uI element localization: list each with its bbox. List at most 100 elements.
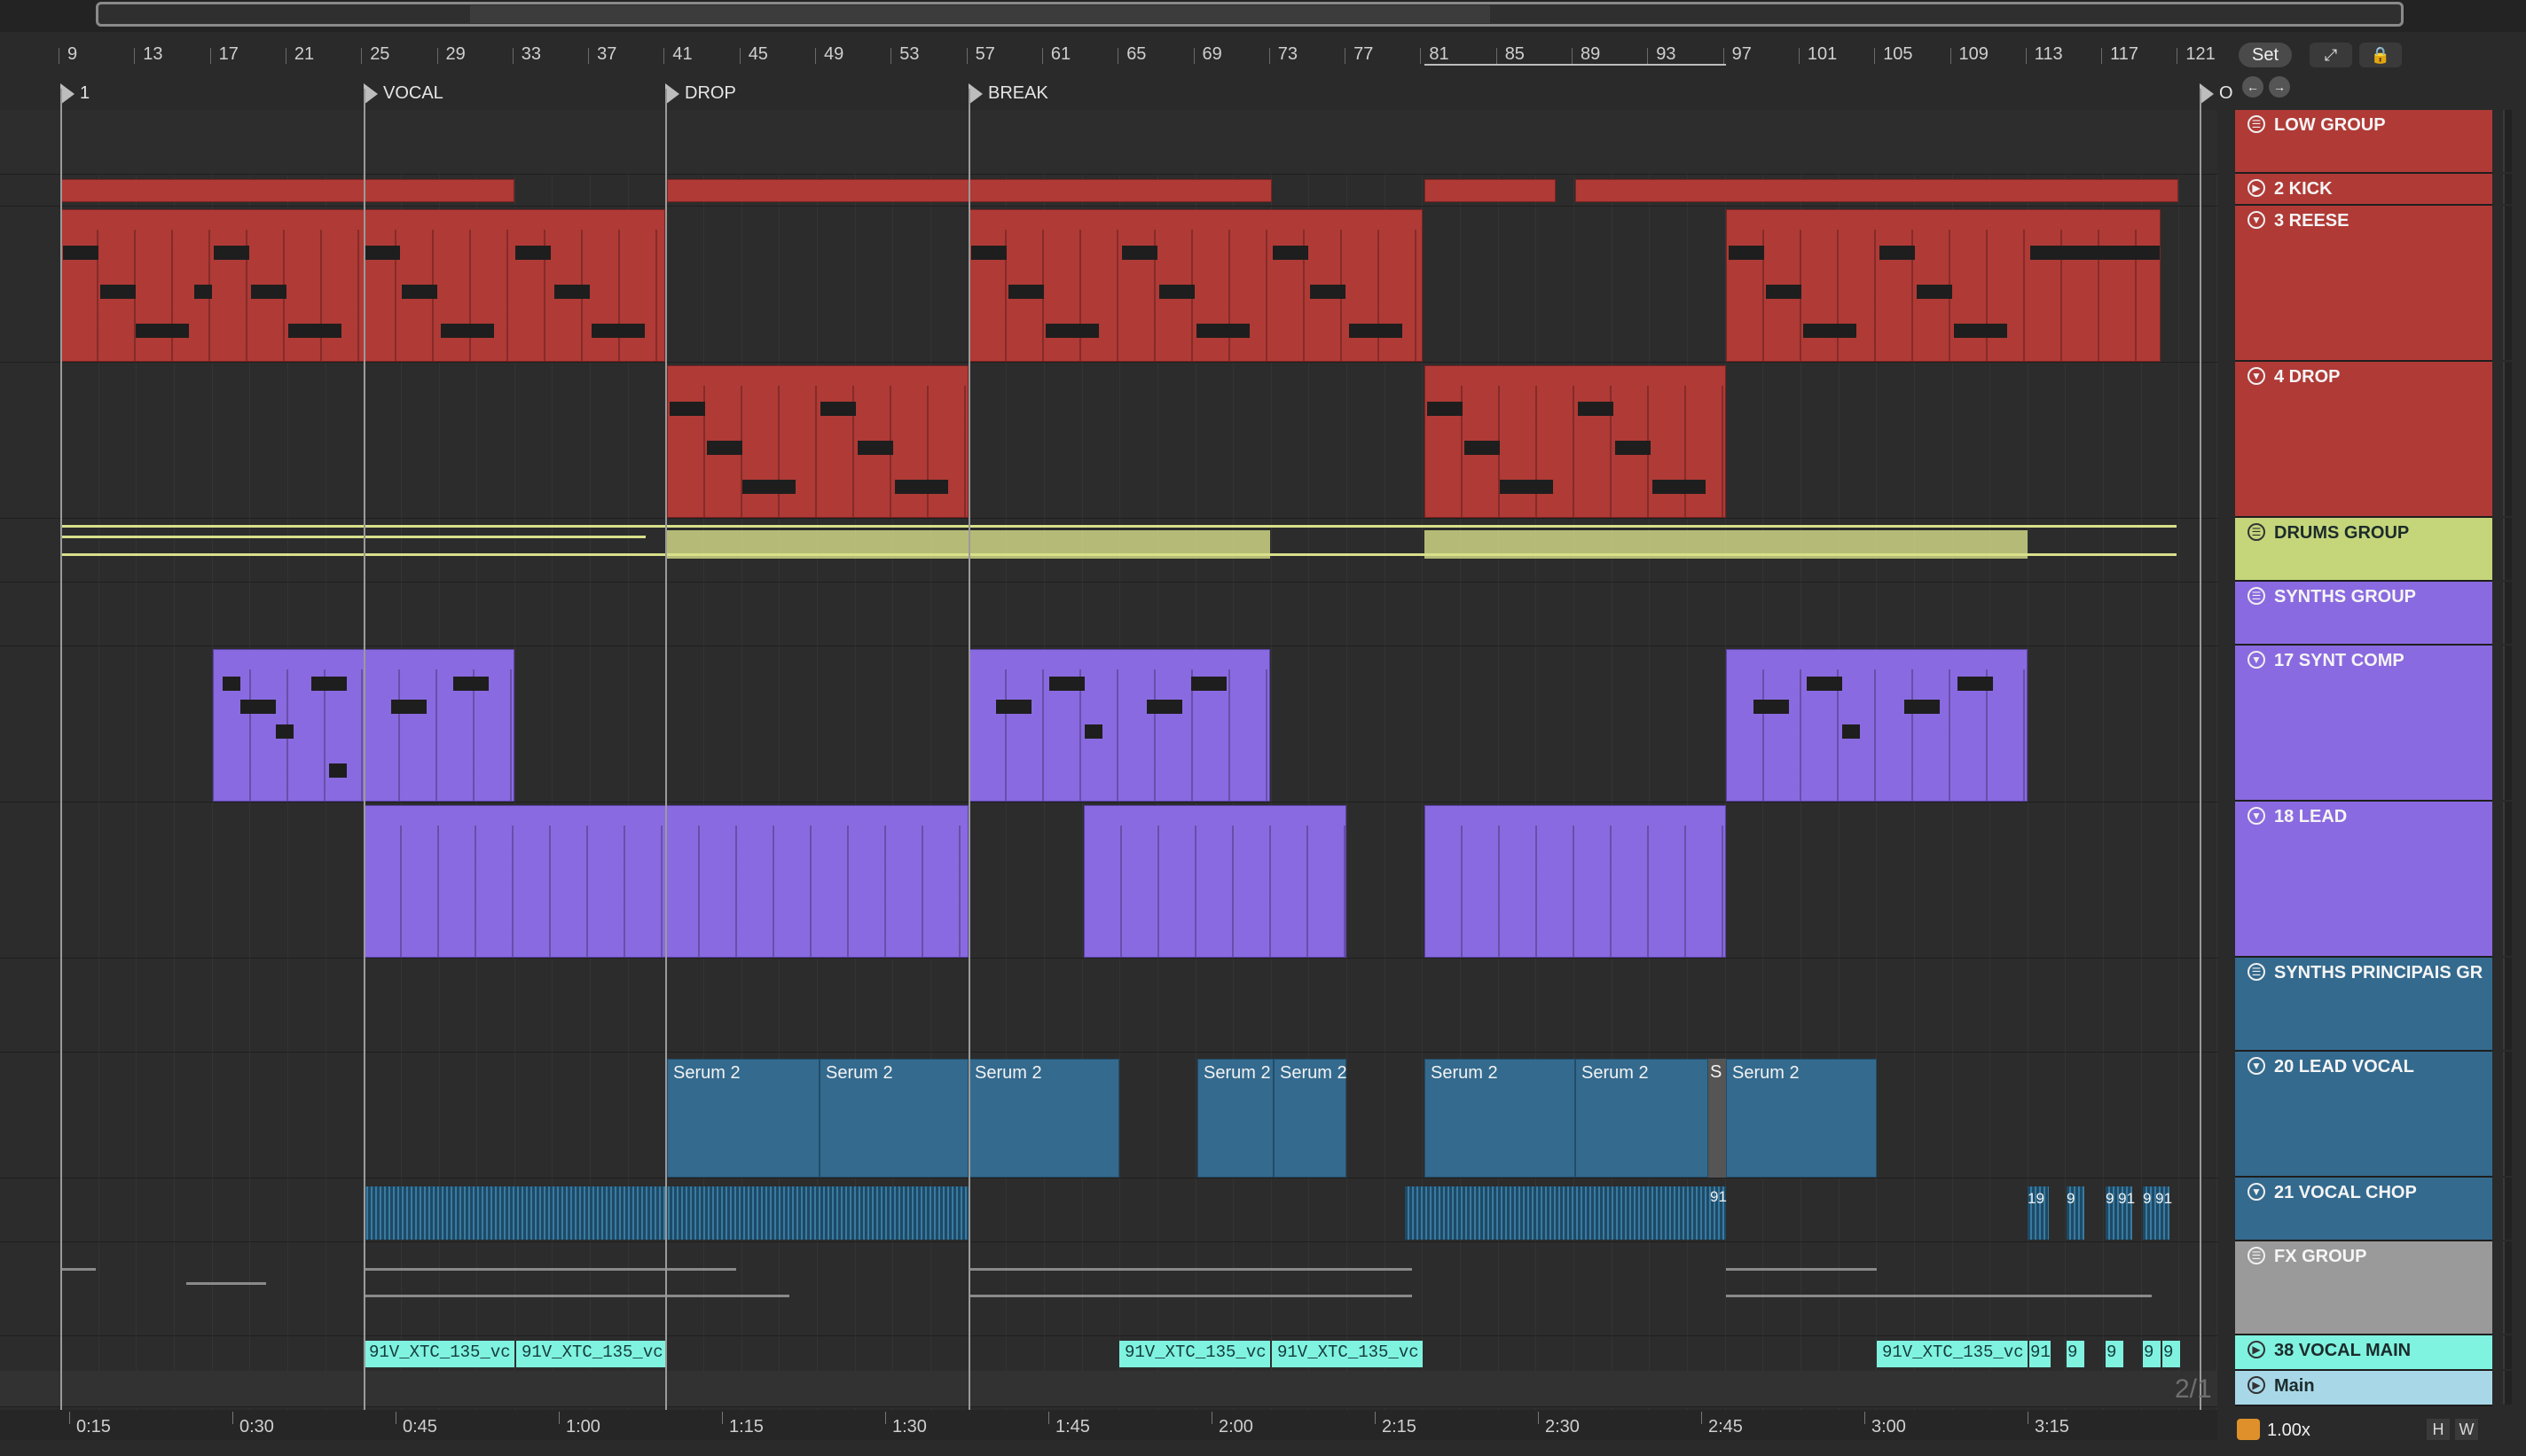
serum-clip[interactable]: Serum 2 <box>1575 1059 1708 1178</box>
group-icon[interactable]: ☰ <box>2248 1247 2265 1264</box>
vocal-main-clip[interactable]: 91V_XTC_135_vc <box>516 1341 665 1367</box>
vocal-chop-clip[interactable]: 9 91 <box>2143 1186 2172 1240</box>
fold-icon[interactable]: ▼ <box>2248 367 2265 385</box>
track-name: FX GROUP <box>2274 1247 2367 1266</box>
vocal-main-clip[interactable]: 91V_XTC_135_vc <box>1272 1341 1423 1367</box>
next-locator-icon[interactable]: → <box>2269 76 2290 98</box>
fold-icon[interactable]: ▼ <box>2248 1057 2265 1075</box>
locator-o[interactable]: O <box>2200 83 2233 105</box>
track-header-18-lead[interactable]: ▼ 18 LEAD <box>2235 802 2512 958</box>
time-label: 1:45 <box>1048 1412 1090 1436</box>
bar-number: 13 <box>134 44 163 64</box>
overview-visible-range[interactable] <box>470 5 1490 23</box>
vocal-main-clip[interactable]: 91V_XTC_135_vc <box>364 1341 514 1367</box>
lane-main <box>0 1371 2217 1407</box>
serum-clip[interactable]: Serum 2 <box>820 1059 969 1178</box>
synt-comp-clip[interactable] <box>1726 649 2028 802</box>
locators-lane[interactable]: 1 VOCAL DROP BREAK O <box>0 78 2233 114</box>
serum-clip[interactable]: Serum 2 <box>667 1059 820 1178</box>
track-name: 21 VOCAL CHOP <box>2274 1183 2417 1202</box>
track-header-low-group[interactable]: ☰ LOW GROUP <box>2235 110 2512 174</box>
vocal-main-clip[interactable]: 91V_XTC_135_vc <box>1119 1341 1270 1367</box>
overview-strip[interactable] <box>0 0 2526 32</box>
vocal-main-clip[interactable]: 9 <box>2067 1341 2084 1367</box>
drums-line <box>60 525 2177 528</box>
level-meter <box>2503 110 2512 172</box>
serum-clip[interactable]: Serum 2 <box>1424 1059 1575 1178</box>
vocal-chop-clip[interactable]: 9 <box>2067 1186 2084 1240</box>
vocal-main-clip[interactable]: 9 <box>2106 1341 2123 1367</box>
bar-number: 73 <box>1268 44 1298 64</box>
synt-comp-clip[interactable] <box>969 649 1270 802</box>
track-header-main[interactable]: ▶ Main <box>2235 1371 2512 1406</box>
previous-locator-icon[interactable]: ← <box>2242 76 2263 98</box>
reese-clip[interactable] <box>969 209 1423 362</box>
track-header-synths-principais-gr[interactable]: ☰ SYNTHS PRINCIPAIS GR <box>2235 958 2512 1052</box>
kick-clip[interactable] <box>1575 179 2178 202</box>
play-icon[interactable]: ▶ <box>2248 179 2265 197</box>
lane-vocal-chop: 91 19 9 9 91 9 91 <box>0 1178 2217 1242</box>
beat-time-ruler[interactable]: 9 13 17 21 25 29 33 37 41 45 49 53 57 61 65 69 73 77 81 85 8… <box>0 35 2217 66</box>
vocal-main-clip[interactable]: 91V_XTC_135_vc <box>1877 1341 2028 1367</box>
fx-line <box>364 1268 736 1271</box>
serum-clip[interactable]: Serum 2 <box>969 1059 1119 1178</box>
track-header-38-vocal-main[interactable]: ▶ 38 VOCAL MAIN <box>2235 1335 2512 1371</box>
serum-clip[interactable]: S <box>1708 1059 1726 1178</box>
track-header-fx-group[interactable]: ☰ FX GROUP <box>2235 1241 2512 1335</box>
track-name: SYNTHS GROUP <box>2274 587 2417 607</box>
reese-clip[interactable] <box>60 209 665 362</box>
arrangement-view[interactable]: Serum 2 Serum 2 Serum 2 Serum 2 Serum 2 … <box>0 110 2217 1419</box>
lock-icon[interactable]: 🔒 <box>2359 43 2402 67</box>
group-icon[interactable]: ☰ <box>2248 523 2265 541</box>
track-header-drums-group[interactable]: ☰ DRUMS GROUP <box>2235 518 2512 582</box>
track-header-4-drop[interactable]: ▼ 4 DROP <box>2235 362 2512 518</box>
bar-number: 61 <box>1041 44 1071 64</box>
fold-icon[interactable]: ▼ <box>2248 807 2265 825</box>
h-button[interactable]: H <box>2427 1419 2450 1440</box>
vocal-main-clip[interactable]: 9 <box>2143 1341 2161 1367</box>
track-header-20-lead-vocal[interactable]: ▼ 20 LEAD VOCAL <box>2235 1052 2512 1178</box>
track-header-synths-group[interactable]: ☰ SYNTHS GROUP <box>2235 582 2512 646</box>
audio-icon[interactable] <box>2237 1419 2260 1440</box>
vocal-chop-clip[interactable]: 19 <box>2028 1186 2049 1240</box>
play-icon[interactable]: ▶ <box>2248 1341 2265 1358</box>
w-button[interactable]: W <box>2455 1419 2478 1440</box>
locator-break[interactable]: BREAK <box>969 83 1048 105</box>
track-header-21-vocal-chop[interactable]: ▼ 21 VOCAL CHOP <box>2235 1178 2512 1241</box>
group-icon[interactable]: ☰ <box>2248 963 2265 981</box>
serum-clip[interactable]: Serum 2 <box>1197 1059 1274 1178</box>
serum-clip[interactable]: Serum 2 <box>1726 1059 1877 1178</box>
kick-clip[interactable] <box>1424 179 1556 202</box>
vocal-main-clip[interactable]: 9 <box>2162 1341 2180 1367</box>
locator-drop[interactable]: DROP <box>665 83 736 105</box>
track-header-2-kick[interactable]: ▶ 2 KICK <box>2235 174 2512 206</box>
level-meter <box>2503 1335 2512 1369</box>
drop-clip[interactable] <box>667 365 969 518</box>
fold-icon[interactable]: ▼ <box>2248 1183 2265 1201</box>
seconds-time-ruler[interactable]: 0:15 0:30 0:45 1:00 1:15 1:30 1:45 2:00 2:15 2:30… <box>0 1410 2217 1440</box>
group-icon[interactable]: ☰ <box>2248 115 2265 133</box>
locator-1[interactable]: 1 <box>60 83 90 105</box>
lead-clip[interactable] <box>1424 805 1726 958</box>
time-label: 2:45 <box>1701 1412 1743 1436</box>
lead-clip[interactable] <box>1084 805 1346 958</box>
track-header-17-synt-comp[interactable]: ▼ 17 SYNT COMP <box>2235 646 2512 802</box>
track-header-3-reese[interactable]: ▼ 3 REESE <box>2235 206 2512 362</box>
serum-clip[interactable]: Serum 2 <box>1274 1059 1347 1178</box>
bar-number: 117 <box>2101 44 2138 64</box>
kick-clip[interactable] <box>60 179 514 202</box>
time-label: 2:30 <box>1538 1412 1580 1436</box>
drop-clip[interactable] <box>1424 365 1726 518</box>
locator-vocal[interactable]: VOCAL <box>364 83 443 105</box>
reese-clip[interactable] <box>1726 209 2161 362</box>
vocal-chop-clip[interactable]: 91 <box>1405 1186 1727 1240</box>
vocal-main-clip[interactable]: 91 <box>2029 1341 2051 1367</box>
fold-icon[interactable]: ▼ <box>2248 651 2265 669</box>
set-button[interactable]: Set <box>2239 43 2292 67</box>
play-icon[interactable]: ▶ <box>2248 1376 2265 1394</box>
vocal-chop-clip[interactable]: 9 91 <box>2106 1186 2135 1240</box>
group-icon[interactable]: ☰ <box>2248 587 2265 605</box>
zoom-level[interactable]: 1.00x <box>2267 1421 2310 1441</box>
expand-icon[interactable]: ⤢ <box>2310 43 2352 67</box>
fold-icon[interactable]: ▼ <box>2248 211 2265 229</box>
